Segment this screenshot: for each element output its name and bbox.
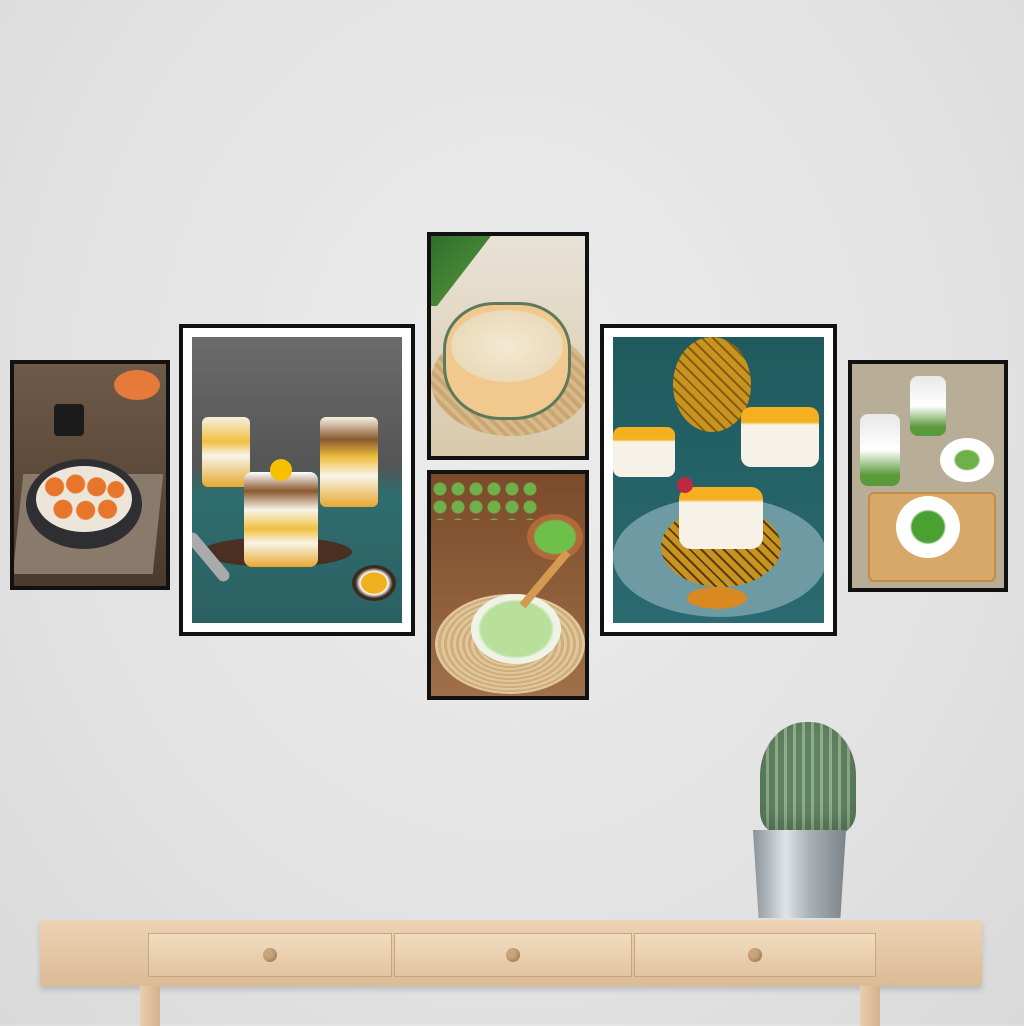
- metal-pot: [753, 830, 846, 918]
- pandan-leaves: [431, 236, 491, 306]
- jar-center: [244, 472, 318, 567]
- jar-left: [860, 414, 900, 486]
- jar-left: [202, 417, 250, 487]
- artwork-mango-jars: [179, 324, 415, 636]
- small-bowl: [527, 514, 583, 560]
- drawer-knob: [506, 948, 520, 962]
- raspberry: [677, 477, 693, 493]
- jar-right: [320, 417, 378, 507]
- artwork-image: [431, 236, 585, 456]
- passion-fruit: [352, 565, 396, 601]
- sweet-potato: [114, 370, 160, 400]
- artwork-image: [431, 474, 585, 696]
- cactus-plant: [760, 722, 856, 834]
- console-table: [40, 920, 982, 986]
- drawer-left[interactable]: [148, 933, 392, 977]
- artwork-image: [192, 337, 402, 623]
- panna-cotta-right: [741, 407, 819, 467]
- pumpkin-balls: [42, 470, 126, 526]
- artwork-image: [852, 364, 1004, 588]
- artwork-green-jars: [848, 360, 1008, 592]
- artwork-green-jelly: [427, 470, 589, 700]
- small-plate: [940, 438, 994, 482]
- artwork-image: [613, 337, 824, 623]
- mango-topping: [270, 459, 292, 481]
- panna-cotta-center: [679, 487, 763, 549]
- drawer-right[interactable]: [634, 933, 876, 977]
- dessert-plate: [896, 496, 960, 558]
- coconut-dessert: [451, 310, 563, 382]
- drawer-middle[interactable]: [394, 933, 632, 977]
- dessert-bowl: [471, 594, 561, 664]
- table-leg: [140, 986, 160, 1026]
- table-leg: [860, 986, 880, 1026]
- pineapple: [673, 337, 751, 432]
- cup: [54, 404, 84, 436]
- caramel-sauce: [687, 587, 747, 609]
- artwork-pineapple-dessert: [600, 324, 837, 636]
- drawer-knob: [263, 948, 277, 962]
- artwork-pumpkin-dessert: [10, 360, 170, 590]
- jar-right: [910, 376, 946, 436]
- panna-cotta-left: [613, 427, 675, 477]
- artwork-image: [14, 364, 166, 586]
- drawer-knob: [748, 948, 762, 962]
- green-jelly-strands: [431, 480, 541, 520]
- artwork-coconut-bowl: [427, 232, 589, 460]
